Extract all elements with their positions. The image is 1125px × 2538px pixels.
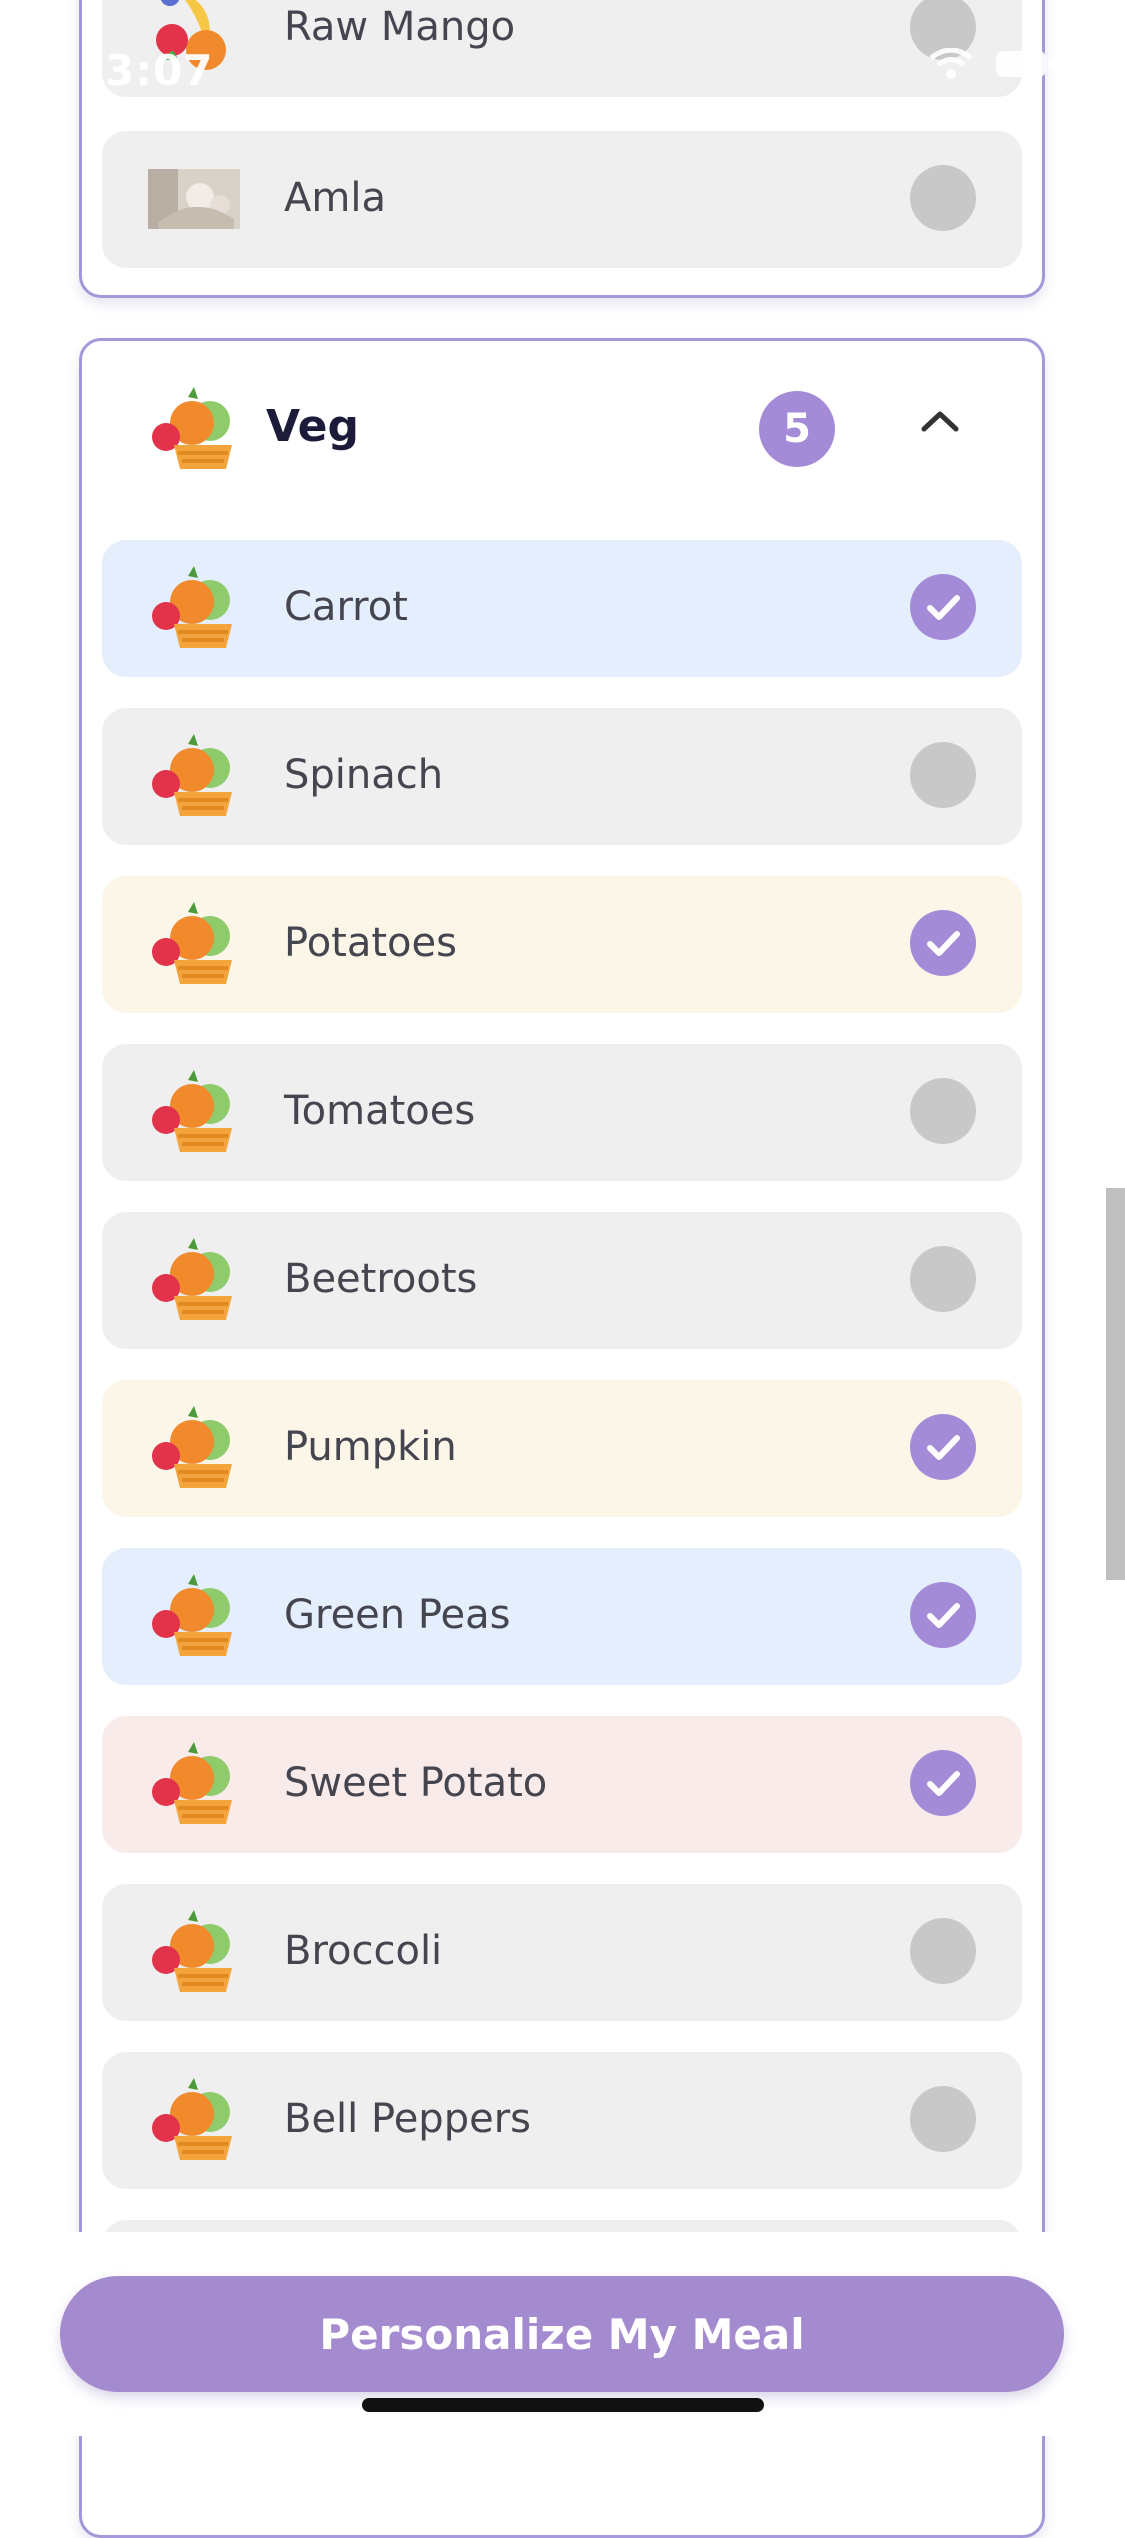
list-item-label: Tomatoes xyxy=(284,1088,476,1134)
radio-unchecked[interactable] xyxy=(910,1078,976,1144)
list-item-label: Beetroots xyxy=(284,1256,478,1302)
personalize-meal-button[interactable]: Personalize My Meal xyxy=(60,2276,1064,2392)
list-item-pumpkin[interactable]: Pumpkin xyxy=(102,1380,1022,1517)
list-item-amla[interactable]: Amla xyxy=(102,131,1022,268)
chevron-up-icon[interactable] xyxy=(920,409,960,437)
list-item-green-peas[interactable]: Green Peas xyxy=(102,1548,1022,1685)
vegetables-icon xyxy=(148,898,240,990)
vegetables-icon xyxy=(148,1402,240,1494)
radio-unchecked[interactable] xyxy=(910,2086,976,2152)
vegetables-icon xyxy=(148,1066,240,1158)
list-item-raw-mango[interactable]: Raw Mango xyxy=(102,0,1022,97)
checkmark-icon[interactable] xyxy=(910,1582,976,1648)
checkmark-icon[interactable] xyxy=(910,910,976,976)
selected-count-badge: 5 xyxy=(759,391,835,467)
amla-photo xyxy=(148,153,240,245)
list-item-label: Green Peas xyxy=(284,1592,511,1638)
list-item-label: Bell Peppers xyxy=(284,2096,531,2142)
vegetables-icon xyxy=(148,730,240,822)
list-item-label: Sweet Potato xyxy=(284,1760,548,1806)
scrollbar[interactable] xyxy=(1106,1188,1125,1580)
list-item-spinach[interactable]: Spinach xyxy=(102,708,1022,845)
radio-unchecked[interactable] xyxy=(910,165,976,231)
list-item-label: Potatoes xyxy=(284,920,457,966)
list-item-label: Carrot xyxy=(284,584,408,630)
vegetables-icon xyxy=(148,2074,240,2166)
radio-unchecked[interactable] xyxy=(910,742,976,808)
fruit-category-card: Raw Mango Amla xyxy=(79,0,1045,298)
veg-category-card: Veg 5 Carrot Spinach Potatoes Tomatoes Beetr… xyxy=(79,338,1045,2538)
category-title: Veg xyxy=(266,401,359,452)
veg-category-header[interactable]: Veg 5 xyxy=(82,341,1042,511)
radio-unchecked[interactable] xyxy=(910,0,976,60)
radio-unchecked[interactable] xyxy=(910,1246,976,1312)
checkmark-icon[interactable] xyxy=(910,574,976,640)
list-item-label: Broccoli xyxy=(284,1928,443,1974)
list-item-tomatoes[interactable]: Tomatoes xyxy=(102,1044,1022,1181)
radio-unchecked[interactable] xyxy=(910,1918,976,1984)
vegetables-icon xyxy=(148,1906,240,1998)
list-item-beetroots[interactable]: Beetroots xyxy=(102,1212,1022,1349)
home-indicator xyxy=(362,2398,764,2412)
checkmark-icon[interactable] xyxy=(910,1750,976,1816)
list-item-carrot[interactable]: Carrot xyxy=(102,540,1022,677)
vegetables-icon xyxy=(148,1738,240,1830)
vegetables-icon xyxy=(148,1234,240,1326)
list-item-bell-peppers[interactable]: Bell Peppers xyxy=(102,2052,1022,2189)
list-item-label: Amla xyxy=(284,175,386,221)
mixed-fruits-icon xyxy=(148,0,240,74)
checkmark-icon[interactable] xyxy=(910,1414,976,1480)
list-item-broccoli[interactable]: Broccoli xyxy=(102,1884,1022,2021)
list-item-potatoes[interactable]: Potatoes xyxy=(102,876,1022,1013)
vegetables-icon xyxy=(148,383,240,475)
vegetables-icon xyxy=(148,1570,240,1662)
vegetables-icon xyxy=(148,562,240,654)
list-item-label: Raw Mango xyxy=(284,4,516,50)
list-item-label: Pumpkin xyxy=(284,1424,457,1470)
list-item-label: Spinach xyxy=(284,752,444,798)
list-item-sweet-potato[interactable]: Sweet Potato xyxy=(102,1716,1022,1853)
